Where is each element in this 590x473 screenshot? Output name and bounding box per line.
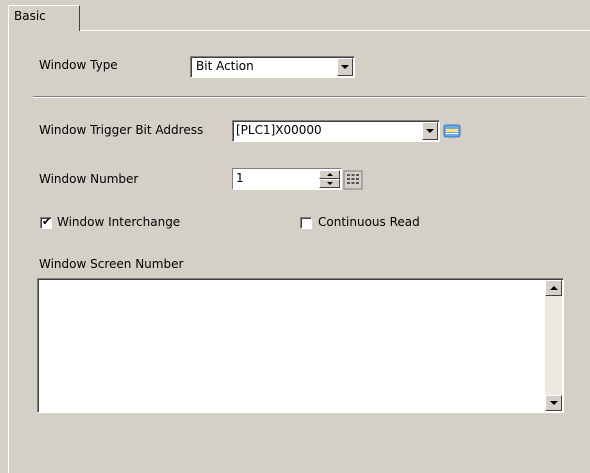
- window-number-label: Window Number: [39, 172, 139, 186]
- checkmark-icon: ✔: [42, 215, 52, 228]
- panel-frame-left: [8, 30, 9, 473]
- window-type-label: Window Type: [39, 58, 118, 72]
- window-type-dropdown-button[interactable]: [337, 58, 353, 76]
- tab-basic-label: Basic: [14, 9, 46, 23]
- continuous-read-checkbox[interactable]: [300, 217, 312, 229]
- trigger-address-dropdown-button[interactable]: [422, 122, 438, 140]
- window-interchange-checkbox[interactable]: ✔: [40, 215, 52, 229]
- chevron-down-icon: [426, 129, 434, 133]
- keypad-icon[interactable]: [343, 170, 363, 190]
- window-type-select[interactable]: Bit Action: [190, 56, 355, 78]
- chevron-up-icon: [326, 172, 333, 176]
- window-screen-number-list[interactable]: [37, 278, 564, 413]
- spin-down-button[interactable]: [319, 179, 340, 188]
- continuous-read-label: Continuous Read: [318, 215, 420, 229]
- scroll-up-button[interactable]: [545, 280, 562, 296]
- trigger-address-value: [PLC1]X00000: [236, 123, 322, 137]
- chevron-up-icon: [549, 286, 558, 290]
- chevron-down-icon: [326, 181, 333, 185]
- trigger-address-label: Window Trigger Bit Address: [39, 123, 204, 137]
- tab-basic[interactable]: Basic: [8, 5, 80, 31]
- address-input-icon[interactable]: [442, 121, 462, 141]
- vertical-scrollbar[interactable]: [545, 280, 562, 411]
- panel-frame-top: [80, 30, 590, 31]
- window-type-value: Bit Action: [196, 59, 254, 73]
- scroll-down-button[interactable]: [545, 395, 562, 411]
- window-number-value: 1: [236, 171, 244, 185]
- trigger-address-select[interactable]: [PLC1]X00000: [232, 120, 440, 142]
- separator-highlight: [33, 97, 585, 98]
- spin-up-button[interactable]: [319, 170, 340, 179]
- chevron-down-icon: [341, 65, 349, 69]
- window-number-spinbox[interactable]: 1: [232, 168, 342, 190]
- chevron-down-icon: [549, 401, 558, 405]
- window-screen-number-label: Window Screen Number: [39, 257, 184, 271]
- window-interchange-label: Window Interchange: [57, 215, 181, 229]
